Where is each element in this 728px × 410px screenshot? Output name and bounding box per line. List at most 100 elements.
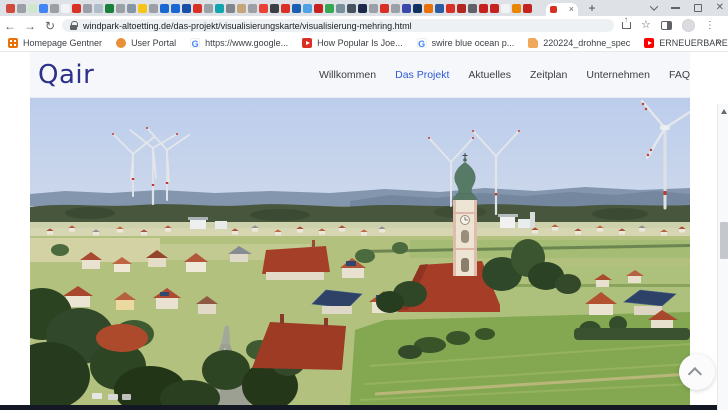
pinned-tab[interactable] [468,3,477,13]
pinned-tab[interactable] [138,3,147,13]
pinned-tab[interactable] [237,3,246,13]
nav-item-unternehmen[interactable]: Unternehmen [586,69,650,81]
bookmark-item[interactable]: Gswire blue ocean p... [416,38,515,49]
visualization-photo [0,98,690,405]
share-icon[interactable] [622,15,631,29]
side-panel-icon[interactable] [660,21,672,30]
pinned-tab[interactable] [270,3,279,13]
pinned-tab[interactable] [369,3,378,13]
pinned-tab[interactable] [127,3,136,13]
pinned-tab[interactable] [413,3,422,13]
pinned-tab[interactable] [292,3,301,13]
maximize-button[interactable] [693,4,702,12]
address-bar[interactable]: windpark-altoetting.de/das-projekt/visua… [62,19,614,32]
bookmark-label: swire blue ocean p... [431,38,515,48]
page-scrollbar[interactable] [717,104,728,410]
nav-item-willkommen[interactable]: Willkommen [319,69,376,81]
pinned-tab[interactable] [160,3,169,13]
forward-icon[interactable]: → [20,19,40,33]
pinned-tab[interactable] [171,3,180,13]
minimize-button[interactable] [670,7,680,9]
bookmarks-overflow-icon[interactable]: » [716,36,722,48]
nav-item-aktuelles[interactable]: Aktuelles [468,69,511,81]
pinned-tab[interactable] [347,3,356,13]
reload-icon[interactable]: ↻ [40,19,60,33]
window-close-button[interactable]: ✕ [716,0,724,16]
site-nav: Willkommen Das Projekt Aktuelles Zeitplan Un… [319,69,690,81]
bookmark-star-icon[interactable]: ☆ [641,20,651,31]
site-logo[interactable]: Qair [38,60,94,90]
bookmark-item[interactable]: 220224_drohne_spec [528,38,630,48]
pinned-tab[interactable] [424,3,433,13]
scrollbar-thumb[interactable] [719,222,728,259]
bookmark-item[interactable]: User Portal [116,38,176,48]
bookmark-label: https://www.google... [205,38,289,48]
chevron-up-icon [687,367,702,382]
bookmark-item[interactable]: Homepage Gentner [8,38,102,48]
pinned-tab[interactable] [17,3,26,13]
pinned-tab[interactable] [226,3,235,13]
pinned-tab[interactable] [149,3,158,13]
pinned-tab[interactable] [94,3,103,13]
nav-item-faq[interactable]: FAQ [669,69,690,81]
pinned-tab[interactable] [83,3,92,13]
globe-icon [116,38,127,48]
profile-avatar[interactable] [681,19,695,32]
url-text: windpark-altoetting.de/das-projekt/visua… [83,20,412,31]
nav-item-zeitplan[interactable]: Zeitplan [530,69,567,81]
menu-icon[interactable]: ⋮ [705,20,715,31]
meadow [350,312,690,405]
pinned-tab[interactable] [6,3,15,13]
pinned-tab[interactable] [72,3,81,13]
pinned-tab[interactable] [402,3,411,13]
tab-search-icon[interactable] [649,2,658,11]
pinned-tab[interactable] [446,3,455,13]
pinned-tab[interactable] [182,3,191,13]
pinned-tab[interactable] [523,3,532,13]
pinned-tab[interactable] [281,3,290,13]
pinned-tab[interactable] [457,3,466,13]
pinned-tab[interactable] [193,3,202,13]
taskbar-edge [0,405,728,410]
forest-band [30,204,690,225]
scrollbar-up-icon[interactable] [720,109,727,114]
pinned-tab[interactable] [512,3,521,13]
pinned-tab[interactable] [248,3,257,13]
google-icon: G [190,38,201,49]
active-tab[interactable]: × [546,3,578,16]
pinned-tab[interactable] [116,3,125,13]
browser-window: × + ✕ ← → ↻ windpark-altoetting.de/das-p… [0,0,728,410]
pinned-tab[interactable] [50,3,59,13]
bookmark-item[interactable]: How Popular Is Joe... [302,38,403,48]
pinned-tab[interactable] [28,3,37,13]
youtube-icon [644,38,655,48]
new-tab-button[interactable]: + [585,1,599,15]
tab-strip: × + ✕ [0,0,728,16]
pinned-tab[interactable] [314,3,323,13]
webpage: Qair Willkommen Das Projekt Aktuelles Zeitp… [0,52,728,410]
bookmark-label: 220224_drohne_spec [543,38,631,48]
pinned-tab[interactable] [501,3,510,13]
tab-close-icon[interactable]: × [569,5,574,14]
pinned-tab[interactable] [61,3,70,13]
carousel-prev-button[interactable] [0,251,13,277]
pinned-tab[interactable] [215,3,224,13]
nav-item-das-projekt[interactable]: Das Projekt [395,69,449,81]
pinned-tab[interactable] [391,3,400,13]
pinned-tab[interactable] [490,3,499,13]
pinned-tab[interactable] [435,3,444,13]
scroll-to-top-button[interactable] [679,354,715,390]
back-icon[interactable]: ← [0,19,20,33]
pinned-tab[interactable] [39,3,48,13]
pinned-tab[interactable] [325,3,334,13]
bookmark-item[interactable]: Ghttps://www.google... [190,38,289,49]
active-tab-favicon [550,6,557,13]
pinned-tab[interactable] [358,3,367,13]
pinned-tab[interactable] [479,3,488,13]
pinned-tab[interactable] [204,3,213,13]
pinned-tab[interactable] [105,3,114,13]
pinned-tab[interactable] [259,3,268,13]
pinned-tab[interactable] [380,3,389,13]
pinned-tab[interactable] [336,3,345,13]
pinned-tab[interactable] [303,3,312,13]
